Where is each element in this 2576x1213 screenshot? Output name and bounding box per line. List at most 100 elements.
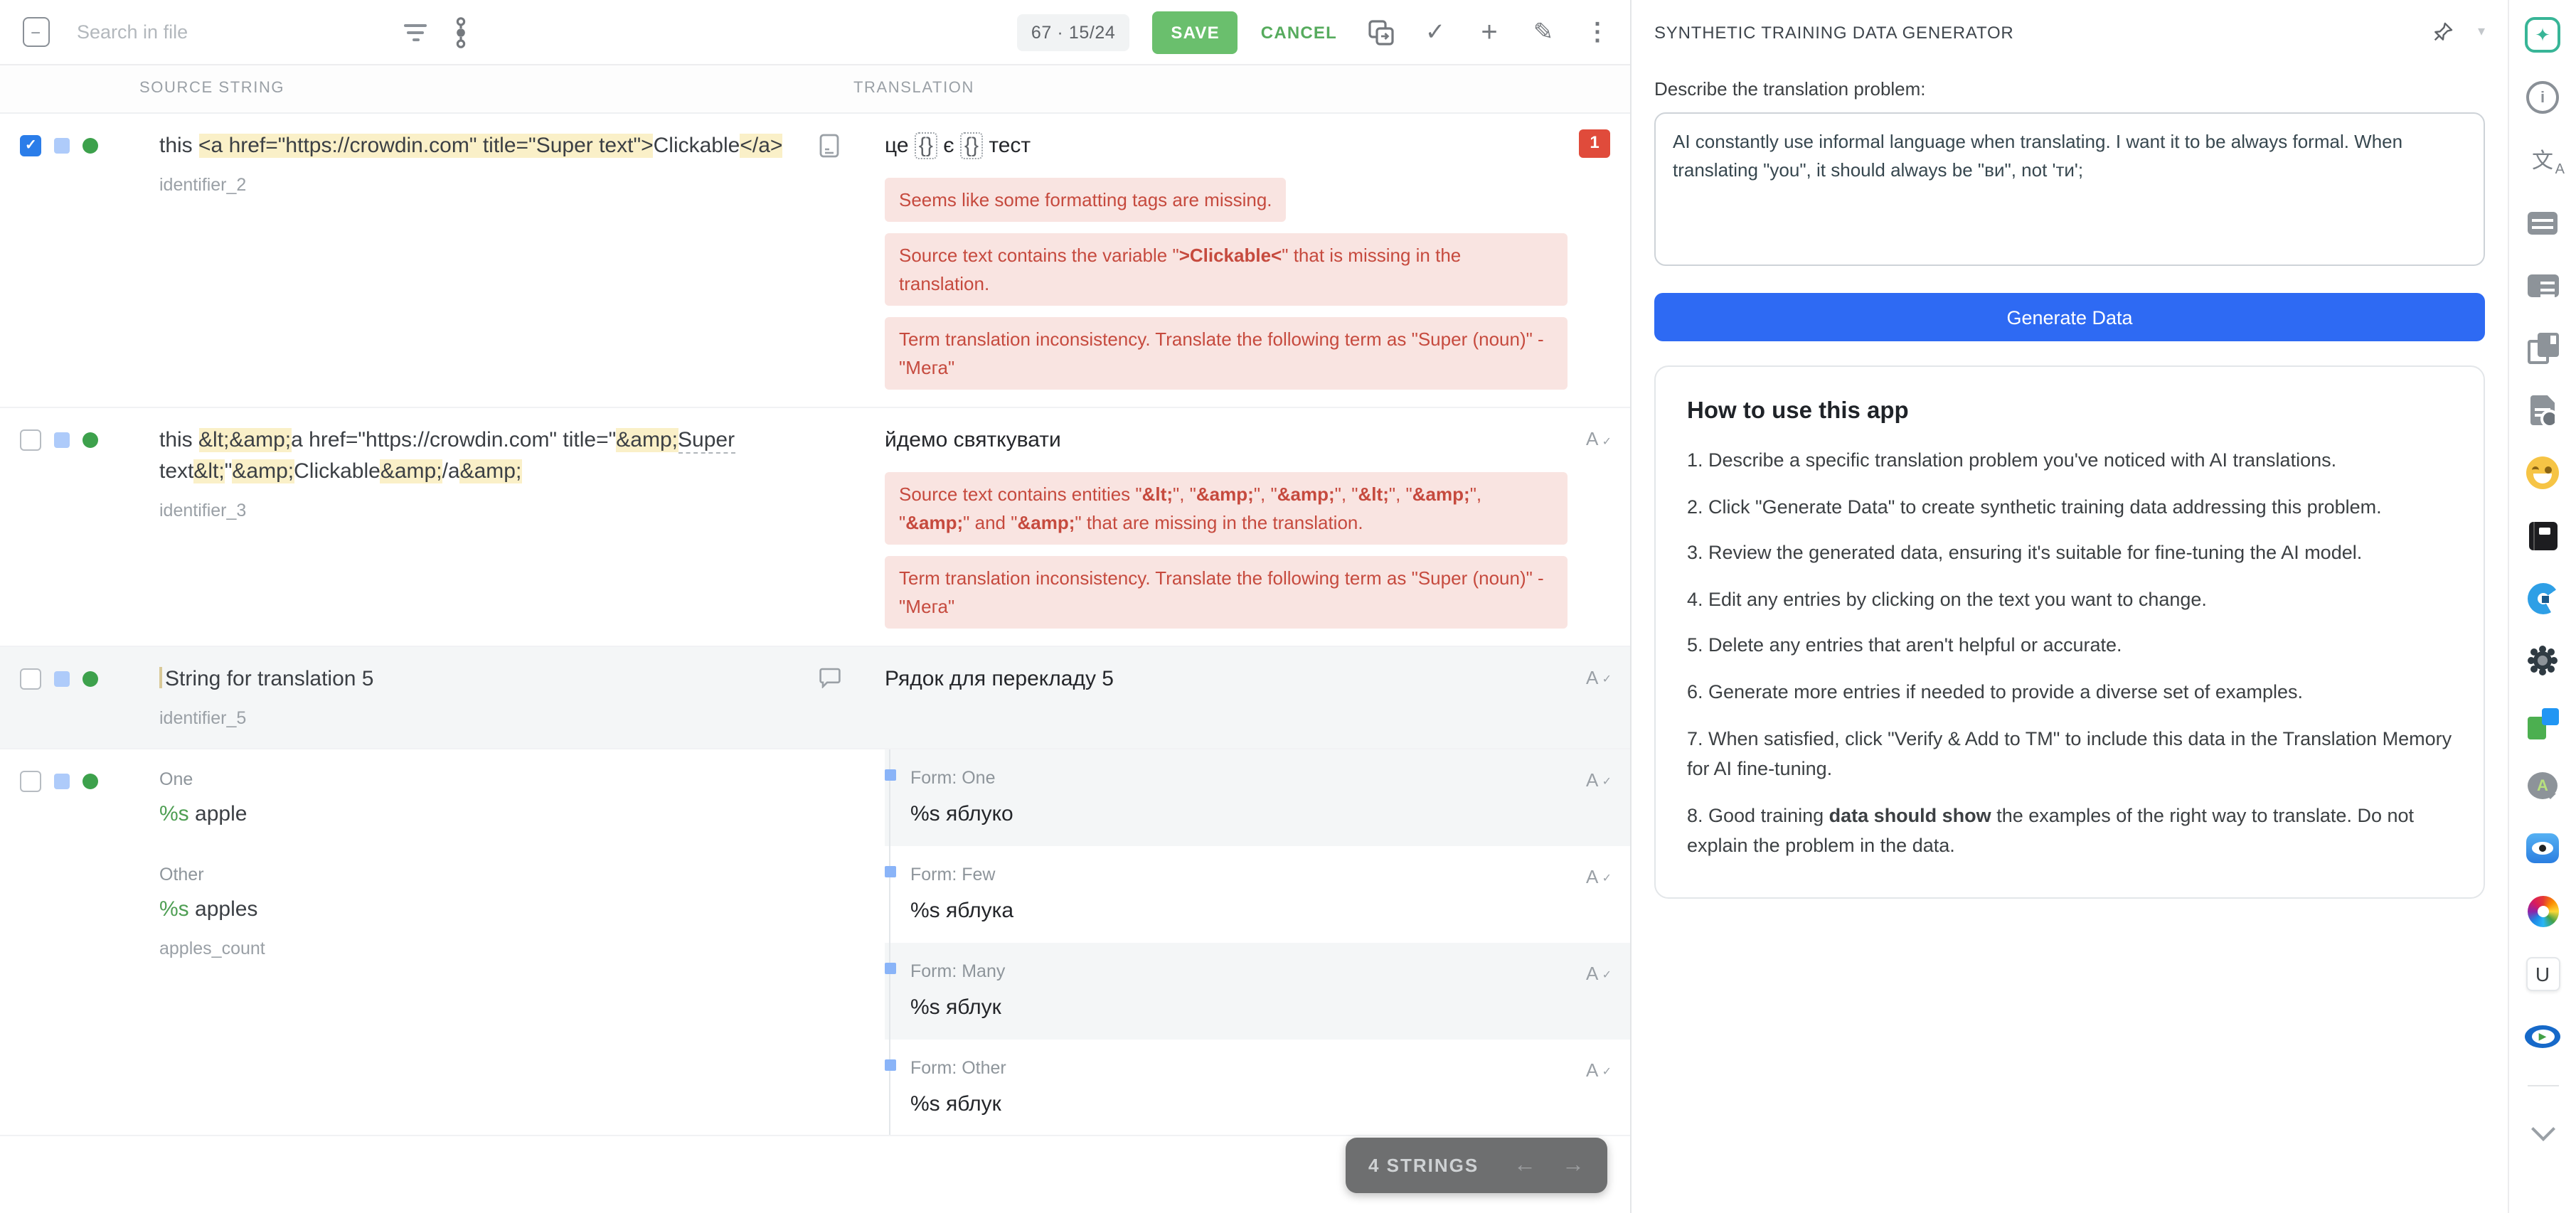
approve-check-icon[interactable]: ✓ (1420, 16, 1451, 48)
translated-status-dot (83, 433, 98, 449)
howto-step: 7. When satisfied, click "Verify & Add t… (1687, 723, 2452, 784)
qa-error-message: Source text contains the variable ">Clic… (885, 234, 1568, 306)
save-button[interactable]: SAVE (1152, 11, 1238, 53)
preview-eye-app-icon[interactable] (2523, 829, 2562, 867)
spellcheck-icon[interactable]: A✓ (1586, 663, 1609, 685)
editor-toolbar: − 67 · 15/24 SAVE CANCEL (0, 0, 1630, 65)
plural-translation-form[interactable]: Form: Other %s яблук A✓ (885, 1039, 1630, 1135)
ai-data-generator-icon[interactable]: ✦ (2523, 16, 2562, 54)
strings-count-pill[interactable]: 4 STRINGS ← → (1346, 1138, 1607, 1193)
editor-panel: − 67 · 15/24 SAVE CANCEL (0, 0, 1632, 1213)
plural-translation-form[interactable]: Form: Many %s яблук A✓ (885, 942, 1630, 1039)
source-cell[interactable]: this &lt;&amp;a href="https://crowdin.co… (159, 409, 819, 646)
translation-cell[interactable]: Рядок для перекладу 5 A✓ (873, 647, 1630, 748)
info-icon[interactable]: i (2523, 78, 2562, 117)
row-checkbox[interactable] (20, 135, 41, 156)
string-details-icon[interactable] (2523, 391, 2562, 429)
plural-form-label: Form: Few (910, 862, 1568, 887)
strings-list: this <a href="https://crowdin.com" title… (0, 114, 1630, 1213)
string-row[interactable]: this &lt;&amp;a href="https://crowdin.co… (0, 409, 1630, 648)
translation-cell[interactable]: це {} є {} тест 1 Seems like some format… (873, 114, 1630, 407)
row-checkbox[interactable] (20, 771, 41, 792)
generate-data-button[interactable]: Generate Data (1654, 293, 2485, 341)
howto-card: How to use this app 1. Describe a specif… (1654, 365, 2485, 899)
problem-description-textarea[interactable]: AI constantly use informal language when… (1654, 112, 2485, 266)
source-string-text: this &lt;&amp;a href="https://crowdin.co… (159, 426, 819, 488)
qa-error-message: Term translation inconsistency. Translat… (885, 318, 1568, 390)
spellcheck-icon[interactable]: A✓ (1586, 958, 1609, 980)
next-strings-icon[interactable]: → (1562, 1153, 1585, 1178)
plural-translation-form[interactable]: Form: Few %s яблука A✓ (885, 846, 1630, 943)
plural-translation-form[interactable]: Form: One %s яблуко A✓ (885, 749, 1630, 846)
translation-text[interactable]: %s яблуко (910, 799, 1568, 830)
row-checkbox[interactable] (20, 430, 41, 451)
glossary-book-app-icon[interactable] (2523, 516, 2562, 555)
form-marker (885, 866, 896, 877)
translation-cell: Form: One %s яблуко A✓ Form: Few %s яблу… (873, 749, 1630, 1135)
translation-text[interactable]: %s яблук (910, 1089, 1568, 1120)
spellcheck-icon[interactable]: A✓ (1586, 1054, 1609, 1077)
qa-error-message: Term translation inconsistency. Translat… (885, 556, 1568, 629)
gear-app-icon[interactable] (2523, 641, 2562, 680)
howto-step: 1. Describe a specific translation probl… (1687, 445, 2452, 476)
integrations-puzzle-app-icon[interactable] (2523, 704, 2562, 742)
spellcheck-icon[interactable]: A✓ (1586, 862, 1609, 885)
approval-status-square (54, 774, 70, 789)
search-input[interactable] (74, 20, 385, 44)
comment-bubble-icon[interactable] (819, 670, 841, 694)
howto-step: 2. Click "Generate Data" to create synth… (1687, 491, 2452, 522)
letter-u-app-icon[interactable]: U (2523, 954, 2562, 993)
source-cell[interactable]: this <a href="https://crowdin.com" title… (159, 114, 819, 407)
column-headers: SOURCE STRING TRANSLATION (0, 65, 1630, 114)
commit-history-icon[interactable] (445, 16, 477, 48)
panel-collapse-chevron-icon[interactable]: ▾ (2478, 24, 2485, 40)
translation-text[interactable]: %s яблука (910, 896, 1568, 927)
blue-arc-app-icon[interactable] (2523, 579, 2562, 617)
comments-icon[interactable] (2523, 203, 2562, 242)
string-row[interactable]: this <a href="https://crowdin.com" title… (0, 114, 1630, 409)
translation-text[interactable]: Рядок для перекладу 5 (885, 667, 1114, 691)
eye-logo-app-icon[interactable]: ▶ (2523, 1017, 2562, 1055)
translation-cell[interactable]: йдемо святкувати A✓ Source text contains… (873, 409, 1630, 646)
cancel-button[interactable]: CANCEL (1252, 11, 1346, 53)
source-cell[interactable]: String for translation 5 identifier_5 (159, 647, 819, 748)
spellcheck-icon[interactable]: A✓ (1586, 424, 1609, 447)
prev-strings-icon[interactable]: ← (1513, 1153, 1536, 1178)
translated-status-dot (83, 774, 98, 789)
source-string-text: this <a href="https://crowdin.com" title… (159, 131, 819, 162)
source-cell[interactable]: One %s apple Other %s apples apples_coun… (159, 749, 819, 1135)
howto-step: 5. Delete any entries that aren't helpfu… (1687, 631, 2452, 661)
string-identifier: apples_count (159, 935, 819, 961)
more-menu-icon[interactable]: ⋮ (1582, 16, 1613, 48)
string-row[interactable]: One %s apple Other %s apples apples_coun… (0, 749, 1630, 1137)
form-marker (885, 962, 896, 973)
add-string-icon[interactable]: + (1474, 16, 1505, 48)
context-article-icon[interactable] (2523, 266, 2562, 304)
edit-pencil-icon[interactable]: ✎ (1528, 16, 1559, 48)
translation-text[interactable]: це {} є {} тест (885, 132, 1031, 159)
chevron-down-icon[interactable] (2523, 1111, 2562, 1149)
apps-rail: ✦ i 文A A U ▶ (2508, 0, 2576, 1213)
color-wheel-app-icon[interactable] (2523, 892, 2562, 930)
machine-translation-icon[interactable]: 文A (2523, 141, 2562, 179)
row-checkbox[interactable] (20, 668, 41, 690)
source-column-header: SOURCE STRING (139, 80, 284, 97)
qa-issues-badge[interactable]: 1 (1579, 129, 1610, 158)
language-bubble-app-icon[interactable]: A (2523, 766, 2562, 805)
collapse-sidebar-icon[interactable]: − (20, 16, 51, 48)
form-marker (885, 769, 896, 781)
copy-source-icon[interactable] (1366, 16, 1397, 48)
document-context-icon[interactable] (819, 139, 839, 164)
other-translations-icon[interactable] (2523, 328, 2562, 367)
qa-error-message: Source text contains entities "&lt;", "&… (885, 472, 1568, 545)
collapse-minus-glyph: − (22, 17, 49, 47)
smiley-app-icon[interactable] (2523, 454, 2562, 492)
text-caret (159, 667, 162, 688)
pin-icon[interactable] (2431, 20, 2455, 44)
spellcheck-icon[interactable]: A✓ (1586, 765, 1609, 788)
filter-icon[interactable] (400, 16, 431, 48)
string-row[interactable]: String for translation 5 identifier_5 Ря… (0, 647, 1630, 749)
translation-text[interactable]: йдемо святкувати (885, 429, 1061, 453)
source-string-text: %s apple (159, 799, 819, 830)
translation-text[interactable]: %s яблук (910, 993, 1568, 1024)
